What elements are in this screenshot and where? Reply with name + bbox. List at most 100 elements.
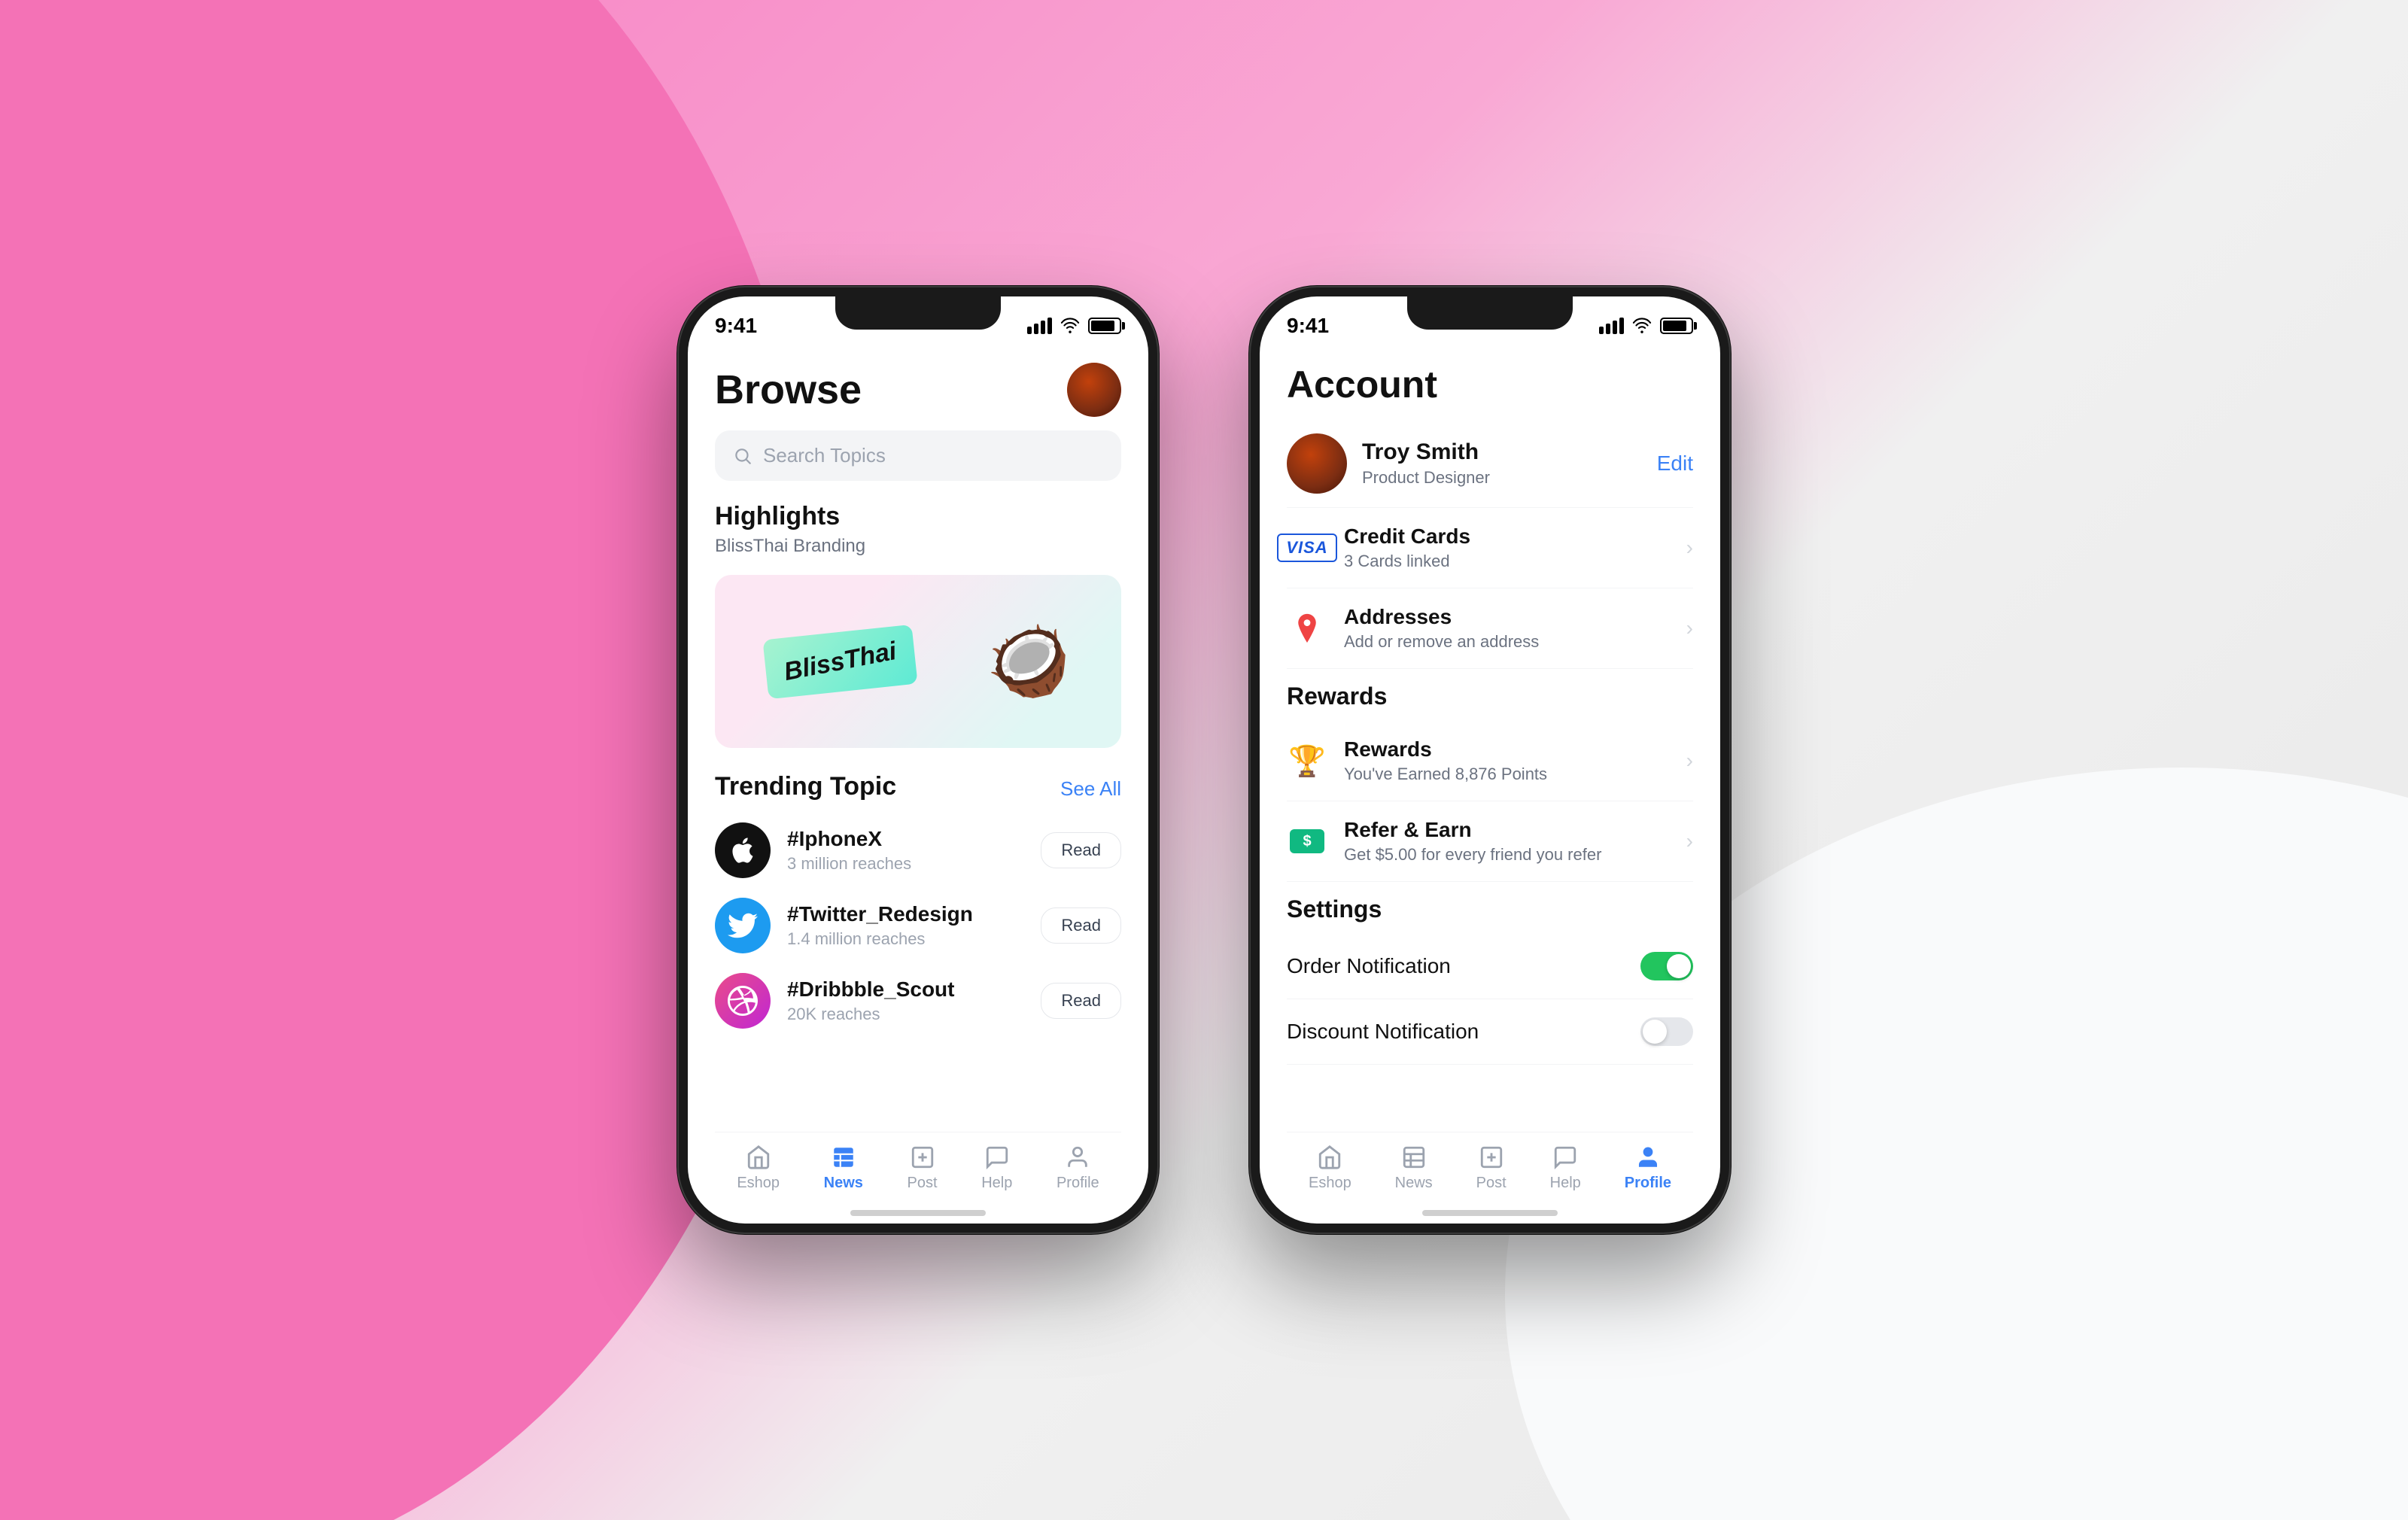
- rewards-row[interactable]: 🏆 Rewards You've Earned 8,876 Points ›: [1287, 721, 1693, 801]
- search-bar[interactable]: Search Topics: [715, 430, 1121, 481]
- nav-label-eshop-browse: Eshop: [737, 1175, 780, 1192]
- nav-label-help-account: Help: [1550, 1175, 1581, 1192]
- twitter-logo-icon: [728, 910, 758, 941]
- credit-cards-info: Credit Cards 3 Cards linked: [1344, 524, 1670, 571]
- location-icon: [1287, 615, 1327, 642]
- trending-item-dribbble: #Dribbble_Scout 20K reaches Read: [715, 973, 1121, 1029]
- read-button-twitter[interactable]: Read: [1041, 907, 1121, 944]
- home-icon-account: [1317, 1145, 1342, 1170]
- visa-icon: VISA: [1287, 534, 1327, 561]
- account-content: Account Troy Smith Product Designer Edit…: [1260, 342, 1720, 1224]
- post-icon-account: [1479, 1145, 1504, 1170]
- nav-label-post-account: Post: [1476, 1175, 1507, 1192]
- nav-eshop-account[interactable]: Eshop: [1309, 1145, 1351, 1192]
- addresses-row[interactable]: Addresses Add or remove an address ›: [1287, 588, 1693, 669]
- status-icons-account: [1599, 318, 1693, 334]
- coconut-emoji: 🥥: [987, 628, 1071, 695]
- home-indicator-account: [1422, 1210, 1558, 1216]
- nav-post-account[interactable]: Post: [1476, 1145, 1507, 1192]
- topic-name-twitter: #Twitter_Redesign: [787, 902, 1024, 926]
- bottom-nav-account: Eshop News: [1287, 1132, 1693, 1210]
- trending-item-iphonex: #IphoneX 3 million reaches Read: [715, 822, 1121, 878]
- browse-header: Browse: [715, 348, 1121, 430]
- see-all-button[interactable]: See All: [1060, 777, 1121, 801]
- rewards-info: Rewards You've Earned 8,876 Points: [1344, 737, 1670, 784]
- trending-title: Trending Topic: [715, 772, 896, 801]
- help-icon: [984, 1145, 1010, 1170]
- profile-row: Troy Smith Product Designer Edit: [1287, 420, 1693, 508]
- phone-account: 9:41: [1249, 286, 1731, 1234]
- battery-icon-browse: [1088, 318, 1121, 334]
- nav-label-help-browse: Help: [981, 1175, 1012, 1192]
- topic-name-iphonex: #IphoneX: [787, 827, 1024, 851]
- topic-name-dribbble: #Dribbble_Scout: [787, 977, 1024, 1002]
- credit-cards-row[interactable]: VISA Credit Cards 3 Cards linked ›: [1287, 508, 1693, 588]
- topic-info-dribbble: #Dribbble_Scout 20K reaches: [787, 977, 1024, 1024]
- chevron-icon-rewards: ›: [1686, 749, 1693, 773]
- topic-reach-dribbble: 20K reaches: [787, 1005, 1024, 1024]
- browse-content: Browse Search Topics Highlights: [688, 342, 1148, 1224]
- signal-icon-browse: [1027, 318, 1052, 334]
- phone-browse-screen: 9:41: [688, 296, 1148, 1224]
- highlight-card[interactable]: BlissThai 🥥: [715, 575, 1121, 748]
- order-notification-row: Order Notification: [1287, 934, 1693, 999]
- nav-label-eshop-account: Eshop: [1309, 1175, 1351, 1192]
- highlights-subtitle: BlissThai Branding: [715, 536, 1121, 557]
- wifi-icon-browse: [1060, 318, 1081, 334]
- battery-icon-account: [1660, 318, 1693, 334]
- profile-info: Troy Smith Product Designer: [1362, 439, 1642, 488]
- nav-eshop-browse[interactable]: Eshop: [737, 1145, 780, 1192]
- nav-label-news-account: News: [1395, 1175, 1433, 1192]
- addresses-title: Addresses: [1344, 605, 1670, 629]
- chevron-icon-credit: ›: [1686, 536, 1693, 560]
- nav-news-browse[interactable]: News: [824, 1145, 863, 1192]
- nav-help-browse[interactable]: Help: [981, 1145, 1012, 1192]
- phones-container: 9:41: [677, 286, 1731, 1234]
- profile-icon-active: [1635, 1145, 1661, 1170]
- status-time-account: 9:41: [1287, 314, 1329, 338]
- refer-earn-row[interactable]: $ Refer & Earn Get $5.00 for every frien…: [1287, 801, 1693, 882]
- topic-icon-twitter: [715, 898, 771, 953]
- home-icon: [746, 1145, 771, 1170]
- highlight-card-text: BlissThai: [763, 624, 918, 698]
- nav-profile-account[interactable]: Profile: [1625, 1145, 1671, 1192]
- nav-help-account[interactable]: Help: [1550, 1145, 1581, 1192]
- search-icon: [733, 446, 752, 466]
- topic-reach-twitter: 1.4 million reaches: [787, 929, 1024, 949]
- trending-item-twitter: #Twitter_Redesign 1.4 million reaches Re…: [715, 898, 1121, 953]
- order-notification-toggle[interactable]: [1640, 952, 1693, 980]
- browse-title: Browse: [715, 366, 862, 413]
- highlights-title: Highlights: [715, 502, 1121, 531]
- phone-account-screen: 9:41: [1260, 296, 1720, 1224]
- trending-header: Trending Topic See All: [715, 772, 1121, 806]
- notch-browse: [835, 296, 1001, 330]
- status-icons-browse: [1027, 318, 1121, 334]
- edit-button[interactable]: Edit: [1657, 451, 1693, 476]
- nav-label-profile-account: Profile: [1625, 1175, 1671, 1192]
- account-title: Account: [1287, 348, 1693, 420]
- read-button-dribbble[interactable]: Read: [1041, 983, 1121, 1019]
- read-button-iphonex[interactable]: Read: [1041, 832, 1121, 868]
- news-icon-account: [1401, 1145, 1427, 1170]
- refer-title: Refer & Earn: [1344, 818, 1670, 842]
- search-placeholder: Search Topics: [763, 444, 886, 467]
- nav-post-browse[interactable]: Post: [908, 1145, 938, 1192]
- nav-news-account[interactable]: News: [1395, 1145, 1433, 1192]
- credit-cards-title: Credit Cards: [1344, 524, 1670, 549]
- signal-icon-account: [1599, 318, 1624, 334]
- notch-account: [1407, 296, 1573, 330]
- addresses-info: Addresses Add or remove an address: [1344, 605, 1670, 652]
- discount-notification-toggle[interactable]: [1640, 1017, 1693, 1046]
- wifi-icon-account: [1631, 318, 1652, 334]
- trophy-icon: 🏆: [1287, 747, 1327, 774]
- discount-notification-row: Discount Notification: [1287, 999, 1693, 1065]
- topic-icon-apple: [715, 822, 771, 878]
- nav-label-news-browse: News: [824, 1175, 863, 1192]
- rewards-section-title: Rewards: [1287, 669, 1693, 721]
- nav-profile-browse[interactable]: Profile: [1057, 1145, 1099, 1192]
- help-icon-account: [1552, 1145, 1578, 1170]
- home-indicator-browse: [850, 1210, 986, 1216]
- addresses-subtitle: Add or remove an address: [1344, 632, 1670, 652]
- settings-section-title: Settings: [1287, 882, 1693, 934]
- avatar[interactable]: [1067, 363, 1121, 417]
